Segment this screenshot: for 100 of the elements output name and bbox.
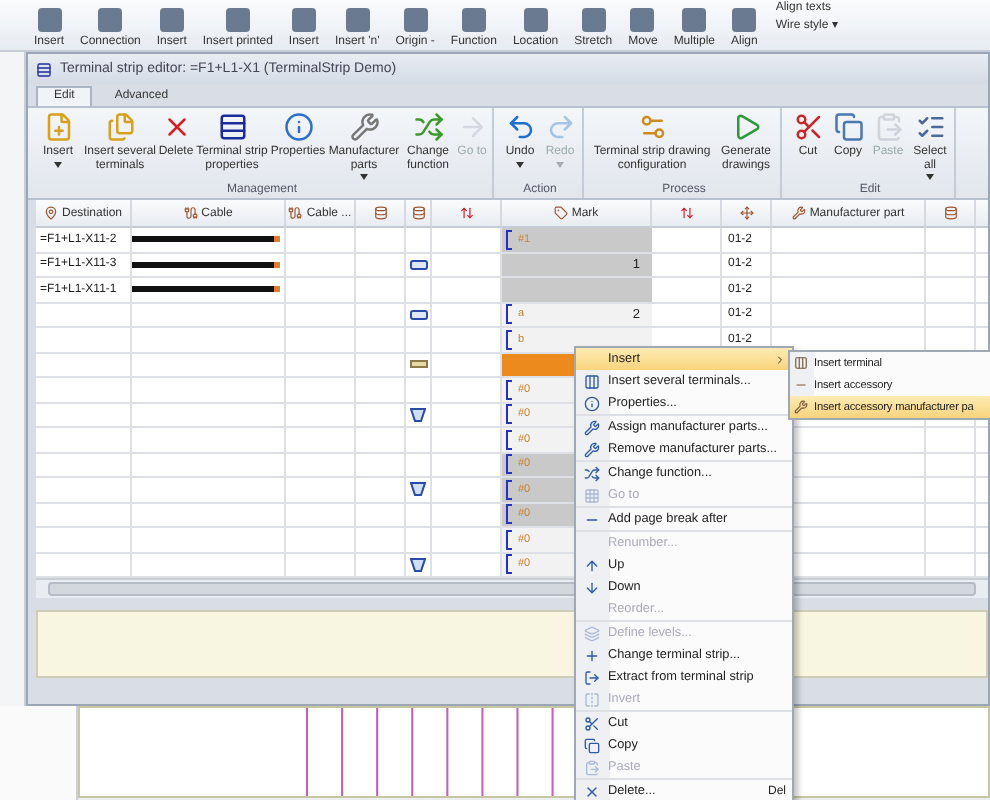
sort-icon — [679, 206, 693, 220]
layers-icon — [584, 625, 600, 641]
table-cell — [286, 528, 356, 553]
table-cell — [926, 253, 976, 278]
down-arrow-icon — [584, 579, 600, 595]
table-cell — [36, 453, 132, 478]
bracket-icon — [506, 454, 512, 475]
table-cell — [36, 428, 132, 453]
table-cell — [36, 528, 132, 553]
grid-icon — [584, 487, 600, 503]
table-cell — [926, 528, 976, 553]
table-cell — [36, 353, 132, 378]
wrench-icon — [584, 441, 600, 457]
toolbar-icon[interactable] — [291, 8, 316, 32]
arrow-icon — [457, 112, 487, 142]
caret-icon — [926, 174, 934, 180]
toolbar-icon[interactable] — [225, 8, 250, 32]
caret-icon — [360, 174, 368, 180]
terminal-icon — [794, 356, 808, 370]
column-header[interactable] — [722, 200, 772, 228]
bracket-icon — [506, 529, 512, 550]
caret-icon — [54, 161, 62, 167]
cut-icon — [793, 112, 823, 142]
table-cell — [286, 403, 356, 428]
table-cell — [36, 328, 132, 353]
bracket-icon — [506, 429, 512, 450]
toolbar-icon[interactable] — [403, 8, 428, 32]
flip-icon — [584, 691, 600, 707]
table-cell — [286, 378, 356, 403]
bar-icon — [409, 360, 427, 369]
funnel-icon — [410, 407, 426, 422]
column-header[interactable] — [926, 200, 976, 228]
toolbar-icon[interactable] — [523, 8, 548, 32]
column-header[interactable] — [406, 200, 432, 228]
shuffle-icon — [413, 112, 443, 142]
info-icon — [584, 395, 600, 411]
column-header[interactable] — [652, 200, 722, 228]
table-cell — [356, 528, 406, 553]
table-cell — [286, 353, 356, 378]
terminals-icon — [584, 373, 600, 389]
wrench-icon — [794, 400, 808, 414]
terminal-icon — [409, 259, 427, 270]
move-icon — [739, 206, 753, 220]
toolbar-icon[interactable] — [682, 8, 707, 32]
cylinder-icon — [411, 206, 425, 220]
column-header[interactable] — [432, 200, 502, 228]
bracket-icon — [506, 404, 512, 425]
toolbar-icon[interactable] — [37, 8, 61, 32]
sort-icon — [459, 206, 473, 220]
bracket-icon — [506, 554, 512, 575]
bracket-icon — [506, 479, 512, 500]
terminal-icon — [409, 309, 427, 320]
bracket-icon — [506, 379, 512, 400]
table-cell — [926, 428, 976, 453]
toolbar-icon[interactable] — [159, 8, 184, 32]
table-cell — [926, 278, 976, 303]
table-cell — [36, 503, 132, 528]
shuffle-icon — [584, 465, 600, 481]
play-icon — [731, 112, 761, 142]
toolbar-icon[interactable] — [581, 8, 606, 32]
toolbar-icon[interactable] — [345, 8, 370, 32]
toolbar-icon[interactable] — [630, 8, 655, 32]
bracket-icon — [506, 304, 512, 325]
list-icon — [915, 112, 945, 142]
table-cell — [36, 378, 132, 403]
table-cell — [926, 503, 976, 528]
wrench-icon — [584, 419, 600, 435]
table-cell — [356, 453, 406, 478]
table-cell — [356, 503, 406, 528]
insert-icon — [43, 112, 73, 142]
funnel-icon — [410, 557, 426, 572]
column-header[interactable] — [356, 200, 406, 228]
funnel-icon — [410, 482, 426, 497]
bracket-icon — [506, 329, 512, 350]
toolbar-icon[interactable] — [461, 8, 486, 32]
info-icon — [283, 112, 313, 142]
wrench-icon — [791, 206, 806, 220]
table-cell — [356, 428, 406, 453]
cable-icon — [288, 206, 303, 220]
cable-icon — [183, 206, 198, 220]
cylinder-icon — [373, 206, 387, 220]
table-cell — [356, 328, 406, 353]
strip-icon — [36, 61, 52, 77]
toolbar-icon[interactable] — [98, 8, 123, 32]
table-cell — [286, 328, 356, 353]
table-cell — [356, 378, 406, 403]
up-arrow-icon — [584, 557, 600, 573]
redo-icon — [545, 112, 575, 142]
delete-icon — [584, 783, 600, 799]
table-cell — [36, 478, 132, 503]
cut-icon — [584, 715, 600, 731]
bar-icon — [794, 378, 808, 392]
rows-icon — [217, 112, 247, 142]
plus-icon — [584, 647, 600, 663]
wrench-icon — [349, 112, 379, 142]
copy-icon — [833, 112, 863, 142]
cylinder-icon — [943, 206, 957, 220]
table-cell — [356, 278, 406, 303]
toolbar-icon[interactable] — [732, 8, 757, 32]
caret-icon — [516, 161, 524, 167]
